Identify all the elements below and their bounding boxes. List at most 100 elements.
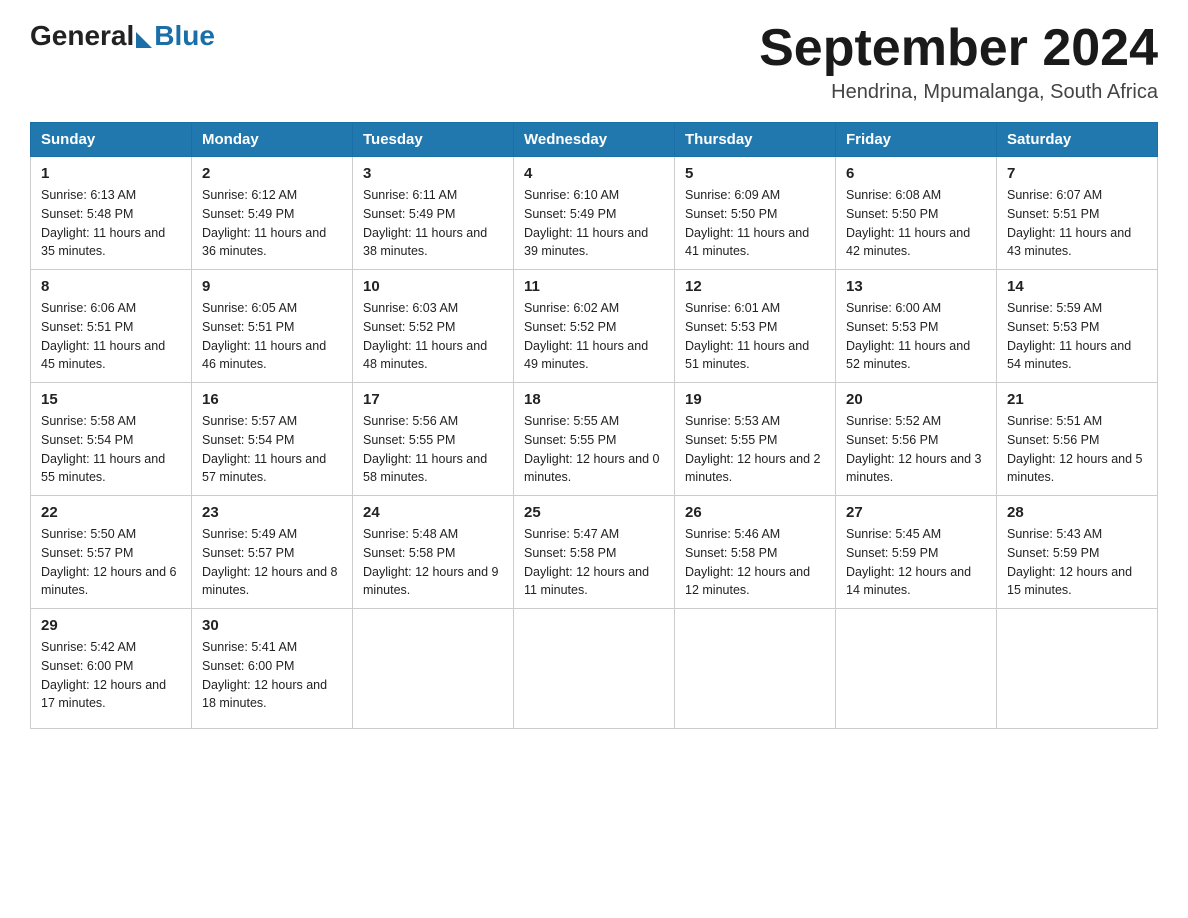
header-cell-monday: Monday [192, 123, 353, 157]
title-section: September 2024 Hendrina, Mpumalanga, Sou… [759, 20, 1158, 104]
day-cell [353, 609, 514, 729]
day-number: 20 [846, 391, 986, 408]
day-cell: 23 Sunrise: 5:49 AMSunset: 5:57 PMDayligh… [192, 496, 353, 609]
day-number: 22 [41, 504, 181, 521]
day-number: 12 [685, 278, 825, 295]
day-info: Sunrise: 5:53 AMSunset: 5:55 PMDaylight:… [685, 412, 825, 487]
day-cell: 7Sunrise: 6:07 AMSunset: 5:51 PMDaylight… [997, 157, 1158, 270]
logo-chevron-icon [136, 32, 152, 48]
day-info: Sunrise: 6:12 AMSunset: 5:49 PMDaylight:… [202, 186, 342, 261]
day-number: 14 [1007, 278, 1147, 295]
logo-general-text: General [30, 20, 134, 52]
calendar-table: SundayMondayTuesdayWednesdayThursdayFrid… [30, 122, 1158, 729]
day-cell [514, 609, 675, 729]
day-cell: 14 Sunrise: 5:59 AMSunset: 5:53 PMDayligh… [997, 270, 1158, 383]
day-cell: 13Sunrise: 6:00 AMSunset: 5:53 PMDayligh… [836, 270, 997, 383]
day-cell: 12Sunrise: 6:01 AMSunset: 5:53 PMDayligh… [675, 270, 836, 383]
logo-blue-text: Blue [154, 20, 215, 52]
day-info: Sunrise: 5:49 AMSunset: 5:57 PMDaylight:… [202, 525, 342, 600]
day-info: Sunrise: 6:03 AMSunset: 5:52 PMDaylight:… [363, 299, 503, 374]
day-cell [675, 609, 836, 729]
day-info: Sunrise: 5:47 AMSunset: 5:58 PMDaylight:… [524, 525, 664, 600]
header-cell-sunday: Sunday [31, 123, 192, 157]
day-info: Sunrise: 6:13 AMSunset: 5:48 PMDaylight:… [41, 186, 181, 261]
day-cell: 26Sunrise: 5:46 AMSunset: 5:58 PMDayligh… [675, 496, 836, 609]
day-number: 10 [363, 278, 503, 295]
day-info: Sunrise: 5:42 AMSunset: 6:00 PMDaylight:… [41, 638, 181, 713]
day-info: Sunrise: 5:51 AMSunset: 5:56 PMDaylight:… [1007, 412, 1147, 487]
day-cell: 8 Sunrise: 6:06 AMSunset: 5:51 PMDaylight… [31, 270, 192, 383]
day-number: 2 [202, 165, 342, 182]
day-cell: 11Sunrise: 6:02 AMSunset: 5:52 PMDayligh… [514, 270, 675, 383]
day-number: 18 [524, 391, 664, 408]
day-cell: 29Sunrise: 5:42 AMSunset: 6:00 PMDayligh… [31, 609, 192, 729]
day-info: Sunrise: 6:06 AMSunset: 5:51 PMDaylight:… [41, 299, 181, 374]
day-info: Sunrise: 5:43 AMSunset: 5:59 PMDaylight:… [1007, 525, 1147, 600]
header-row: SundayMondayTuesdayWednesdayThursdayFrid… [31, 123, 1158, 157]
day-number: 17 [363, 391, 503, 408]
day-info: Sunrise: 5:50 AMSunset: 5:57 PMDaylight:… [41, 525, 181, 600]
day-info: Sunrise: 5:48 AMSunset: 5:58 PMDaylight:… [363, 525, 503, 600]
week-row-2: 8 Sunrise: 6:06 AMSunset: 5:51 PMDaylight… [31, 270, 1158, 383]
day-cell: 6Sunrise: 6:08 AMSunset: 5:50 PMDaylight… [836, 157, 997, 270]
day-info: Sunrise: 5:55 AMSunset: 5:55 PMDaylight:… [524, 412, 664, 487]
day-cell: 5 Sunrise: 6:09 AMSunset: 5:50 PMDaylight… [675, 157, 836, 270]
day-info: Sunrise: 5:58 AMSunset: 5:54 PMDaylight:… [41, 412, 181, 487]
day-cell: 18 Sunrise: 5:55 AMSunset: 5:55 PMDayligh… [514, 383, 675, 496]
day-cell: 2 Sunrise: 6:12 AMSunset: 5:49 PMDaylight… [192, 157, 353, 270]
week-row-5: 29Sunrise: 5:42 AMSunset: 6:00 PMDayligh… [31, 609, 1158, 729]
day-cell: 4Sunrise: 6:10 AMSunset: 5:49 PMDaylight… [514, 157, 675, 270]
day-number: 19 [685, 391, 825, 408]
day-info: Sunrise: 6:09 AMSunset: 5:50 PMDaylight:… [685, 186, 825, 261]
day-cell: 21 Sunrise: 5:51 AMSunset: 5:56 PMDayligh… [997, 383, 1158, 496]
day-number: 3 [363, 165, 503, 182]
day-cell: 16Sunrise: 5:57 AMSunset: 5:54 PMDayligh… [192, 383, 353, 496]
day-info: Sunrise: 5:41 AMSunset: 6:00 PMDaylight:… [202, 638, 342, 713]
day-cell: 15 Sunrise: 5:58 AMSunset: 5:54 PMDayligh… [31, 383, 192, 496]
day-info: Sunrise: 6:07 AMSunset: 5:51 PMDaylight:… [1007, 186, 1147, 261]
day-number: 16 [202, 391, 342, 408]
day-cell: 1 Sunrise: 6:13 AMSunset: 5:48 PMDaylight… [31, 157, 192, 270]
day-number: 15 [41, 391, 181, 408]
calendar-body: 1 Sunrise: 6:13 AMSunset: 5:48 PMDaylight… [31, 157, 1158, 729]
day-number: 21 [1007, 391, 1147, 408]
day-number: 30 [202, 617, 342, 634]
week-row-4: 22 Sunrise: 5:50 AMSunset: 5:57 PMDayligh… [31, 496, 1158, 609]
week-row-1: 1 Sunrise: 6:13 AMSunset: 5:48 PMDaylight… [31, 157, 1158, 270]
day-cell: 9Sunrise: 6:05 AMSunset: 5:51 PMDaylight… [192, 270, 353, 383]
day-number: 6 [846, 165, 986, 182]
day-cell: 25 Sunrise: 5:47 AMSunset: 5:58 PMDayligh… [514, 496, 675, 609]
day-info: Sunrise: 5:59 AMSunset: 5:53 PMDaylight:… [1007, 299, 1147, 374]
day-number: 28 [1007, 504, 1147, 521]
calendar-header: SundayMondayTuesdayWednesdayThursdayFrid… [31, 123, 1158, 157]
day-cell [997, 609, 1158, 729]
day-number: 27 [846, 504, 986, 521]
day-info: Sunrise: 5:45 AMSunset: 5:59 PMDaylight:… [846, 525, 986, 600]
day-number: 13 [846, 278, 986, 295]
day-number: 25 [524, 504, 664, 521]
day-number: 8 [41, 278, 181, 295]
day-info: Sunrise: 5:52 AMSunset: 5:56 PMDaylight:… [846, 412, 986, 487]
month-title: September 2024 [759, 20, 1158, 77]
page-header: General Blue September 2024 Hendrina, Mp… [30, 20, 1158, 104]
day-cell: 3Sunrise: 6:11 AMSunset: 5:49 PMDaylight… [353, 157, 514, 270]
day-number: 5 [685, 165, 825, 182]
day-cell: 27 Sunrise: 5:45 AMSunset: 5:59 PMDayligh… [836, 496, 997, 609]
day-cell: 30 Sunrise: 5:41 AMSunset: 6:00 PMDayligh… [192, 609, 353, 729]
header-cell-wednesday: Wednesday [514, 123, 675, 157]
day-cell: 28 Sunrise: 5:43 AMSunset: 5:59 PMDayligh… [997, 496, 1158, 609]
day-number: 4 [524, 165, 664, 182]
day-number: 26 [685, 504, 825, 521]
day-number: 23 [202, 504, 342, 521]
day-cell: 10 Sunrise: 6:03 AMSunset: 5:52 PMDayligh… [353, 270, 514, 383]
header-cell-tuesday: Tuesday [353, 123, 514, 157]
day-cell: 17Sunrise: 5:56 AMSunset: 5:55 PMDayligh… [353, 383, 514, 496]
day-cell: 22 Sunrise: 5:50 AMSunset: 5:57 PMDayligh… [31, 496, 192, 609]
location-subtitle: Hendrina, Mpumalanga, South Africa [759, 81, 1158, 104]
day-cell: 19 Sunrise: 5:53 AMSunset: 5:55 PMDayligh… [675, 383, 836, 496]
header-cell-friday: Friday [836, 123, 997, 157]
header-cell-saturday: Saturday [997, 123, 1158, 157]
day-number: 24 [363, 504, 503, 521]
day-number: 1 [41, 165, 181, 182]
day-number: 11 [524, 278, 664, 295]
